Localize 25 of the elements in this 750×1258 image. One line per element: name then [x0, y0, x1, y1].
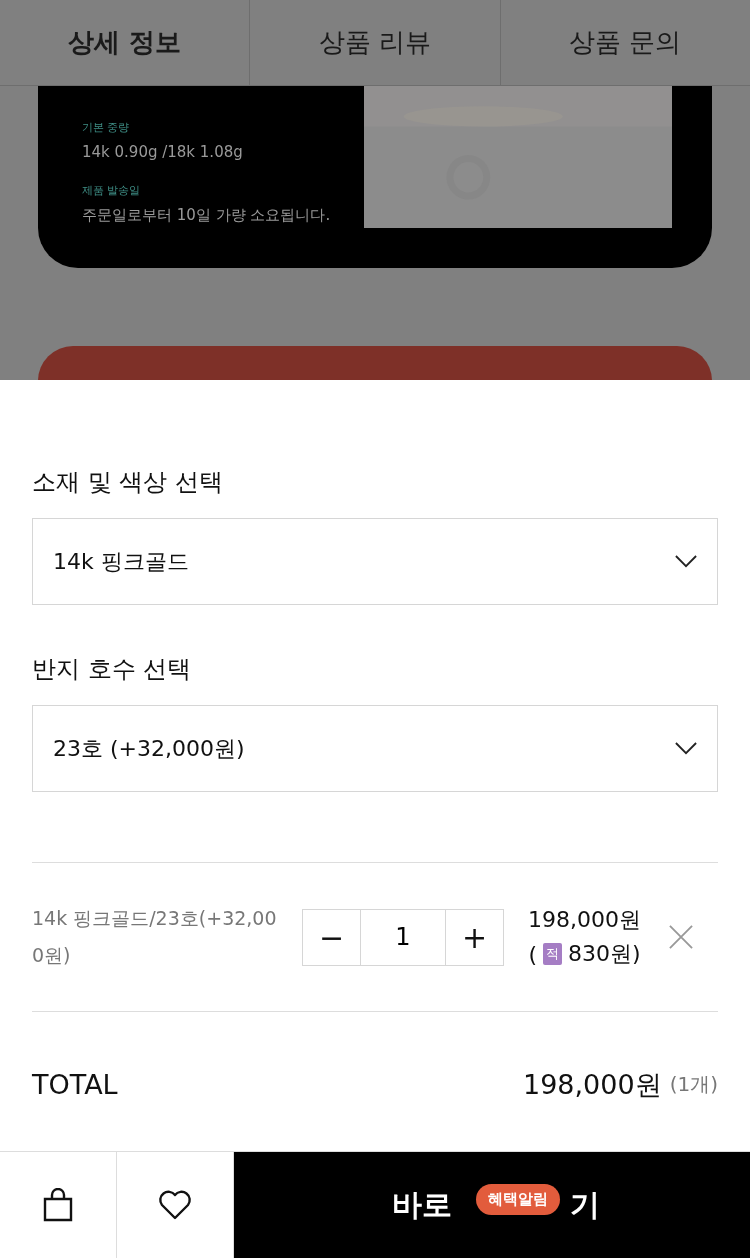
total-count: (1개)	[669, 1071, 718, 1098]
option-label: 소재 및 색상 선택	[32, 467, 224, 498]
field-label: 기본 중량	[82, 120, 131, 135]
tab[interactable]: 상세 정보	[0, 0, 251, 85]
field-value: 14k 0.90g /18k 1.08g	[82, 143, 244, 161]
field-value: 주문일로부터 10일 가량 소요됩니다.	[82, 206, 331, 225]
points-badge: 적	[543, 943, 562, 965]
chevron-down-icon	[675, 555, 697, 568]
heart-icon	[158, 1190, 192, 1220]
item-name: 14k 핑크골드/23호(+32,000원)	[32, 906, 278, 968]
close-icon[interactable]	[669, 925, 693, 949]
shopping-bag-icon	[43, 1188, 73, 1222]
field-label: 제품 발송일	[82, 183, 142, 198]
points-text: (	[528, 941, 537, 967]
benefit-badge[interactable]: 혜택알림	[476, 1184, 560, 1215]
points-text: 830원)	[568, 940, 641, 968]
tab[interactable]: 상품 문의	[500, 0, 750, 85]
chevron-down-icon	[675, 742, 697, 755]
option-label: 반지 호수 선택	[32, 654, 193, 685]
option-select[interactable]: 14k 핑크골드	[32, 518, 718, 605]
tab[interactable]: 상품 리뷰	[250, 0, 501, 85]
total-label: TOTAL	[32, 1069, 119, 1100]
total-amount: 198,000원	[523, 1067, 662, 1102]
item-price: 198,000원	[528, 906, 641, 934]
option-select[interactable]: 23호 (+32,000원)	[32, 705, 718, 792]
